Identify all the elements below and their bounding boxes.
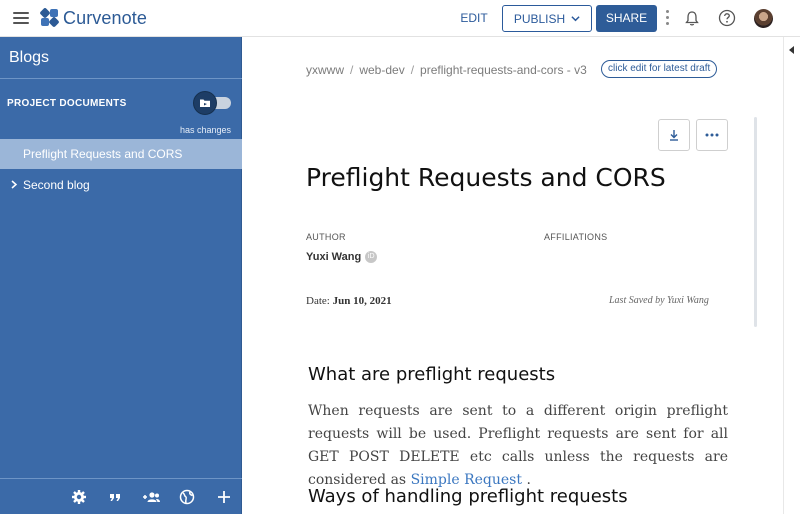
share-button[interactable]: SHARE bbox=[596, 5, 657, 32]
user-avatar[interactable] bbox=[754, 9, 773, 28]
document-area: yxwww / web-dev / preflight-requests-and-cor… bbox=[243, 37, 783, 514]
header-scroll-indicator bbox=[754, 117, 757, 327]
latest-draft-link[interactable]: click edit for latest draft bbox=[601, 60, 718, 78]
document-more-button[interactable] bbox=[696, 119, 728, 151]
more-options-icon[interactable] bbox=[666, 10, 670, 26]
chevron-right-icon[interactable] bbox=[10, 180, 18, 189]
help-icon[interactable] bbox=[718, 9, 736, 27]
curvenote-logo-icon bbox=[40, 8, 59, 27]
date-label: Date: bbox=[306, 295, 330, 307]
sidebar-section-title: PROJECT DOCUMENTS bbox=[7, 98, 127, 109]
collapse-left-icon[interactable] bbox=[789, 46, 794, 54]
breadcrumb-project[interactable]: web-dev bbox=[359, 63, 404, 77]
top-bar: Curvenote EDIT PUBLISH SHARE bbox=[0, 0, 800, 37]
publish-button[interactable]: PUBLISH bbox=[502, 5, 592, 32]
bell-icon[interactable] bbox=[684, 10, 700, 27]
sidebar-item-preflight-requests[interactable]: Preflight Requests and CORS bbox=[0, 139, 242, 169]
download-icon bbox=[670, 130, 678, 141]
add-team-icon[interactable] bbox=[142, 489, 161, 505]
author-name-row: Yuxi Wang iD bbox=[306, 251, 378, 263]
folder-icon bbox=[200, 99, 210, 107]
breadcrumb-separator: / bbox=[350, 63, 354, 77]
changes-toggle[interactable] bbox=[193, 91, 231, 115]
author-name[interactable]: Yuxi Wang bbox=[306, 251, 361, 263]
author-label: AUTHOR bbox=[306, 232, 346, 242]
sidebar-item-second-blog[interactable]: Second blog bbox=[0, 170, 242, 200]
sidebar-item-label: Second blog bbox=[23, 178, 90, 192]
breadcrumb: yxwww / web-dev / preflight-requests-and-cor… bbox=[306, 63, 587, 77]
app-logo[interactable]: Curvenote bbox=[40, 8, 147, 28]
breadcrumb-document: preflight-requests-and-cors - v3 bbox=[420, 63, 587, 77]
sidebar-footer bbox=[0, 478, 242, 514]
date-value: Jun 10, 2021 bbox=[332, 295, 392, 307]
sidebar-title: Blogs bbox=[9, 49, 50, 66]
sidebar-item-label: Preflight Requests and CORS bbox=[23, 147, 183, 161]
chevron-down-icon bbox=[571, 16, 580, 22]
hamburger-menu-icon[interactable] bbox=[13, 12, 29, 24]
breadcrumb-user[interactable]: yxwww bbox=[306, 63, 344, 77]
sidebar: Blogs PROJECT DOCUMENTS has changes Pref… bbox=[0, 37, 242, 514]
more-horizontal-icon bbox=[705, 133, 719, 137]
app-name: Curvenote bbox=[63, 7, 147, 28]
gear-icon[interactable] bbox=[71, 489, 87, 505]
section-heading: Ways of handling preflight requests bbox=[308, 486, 628, 507]
toggle-knob bbox=[193, 91, 217, 115]
right-panel-tab bbox=[783, 37, 800, 514]
download-button[interactable] bbox=[658, 119, 690, 151]
publish-button-label: PUBLISH bbox=[513, 11, 566, 26]
plus-icon[interactable] bbox=[216, 489, 232, 505]
document-title: Preflight Requests and CORS bbox=[306, 163, 666, 192]
changes-status: has changes bbox=[180, 125, 232, 135]
affiliations-label: AFFILIATIONS bbox=[544, 232, 608, 242]
last-saved-text: Last Saved by Yuxi Wang bbox=[609, 295, 709, 306]
section-paragraph: When requests are sent to a different or… bbox=[308, 400, 728, 492]
breadcrumb-separator: / bbox=[410, 63, 415, 77]
edit-button[interactable]: EDIT bbox=[451, 6, 497, 31]
globe-icon[interactable] bbox=[179, 489, 195, 505]
orcid-icon[interactable]: iD bbox=[365, 251, 378, 263]
document-date: Date: Jun 10, 2021 bbox=[306, 295, 392, 307]
quote-icon[interactable] bbox=[107, 489, 123, 505]
section-heading: What are preflight requests bbox=[308, 364, 556, 385]
sidebar-divider bbox=[0, 78, 242, 79]
